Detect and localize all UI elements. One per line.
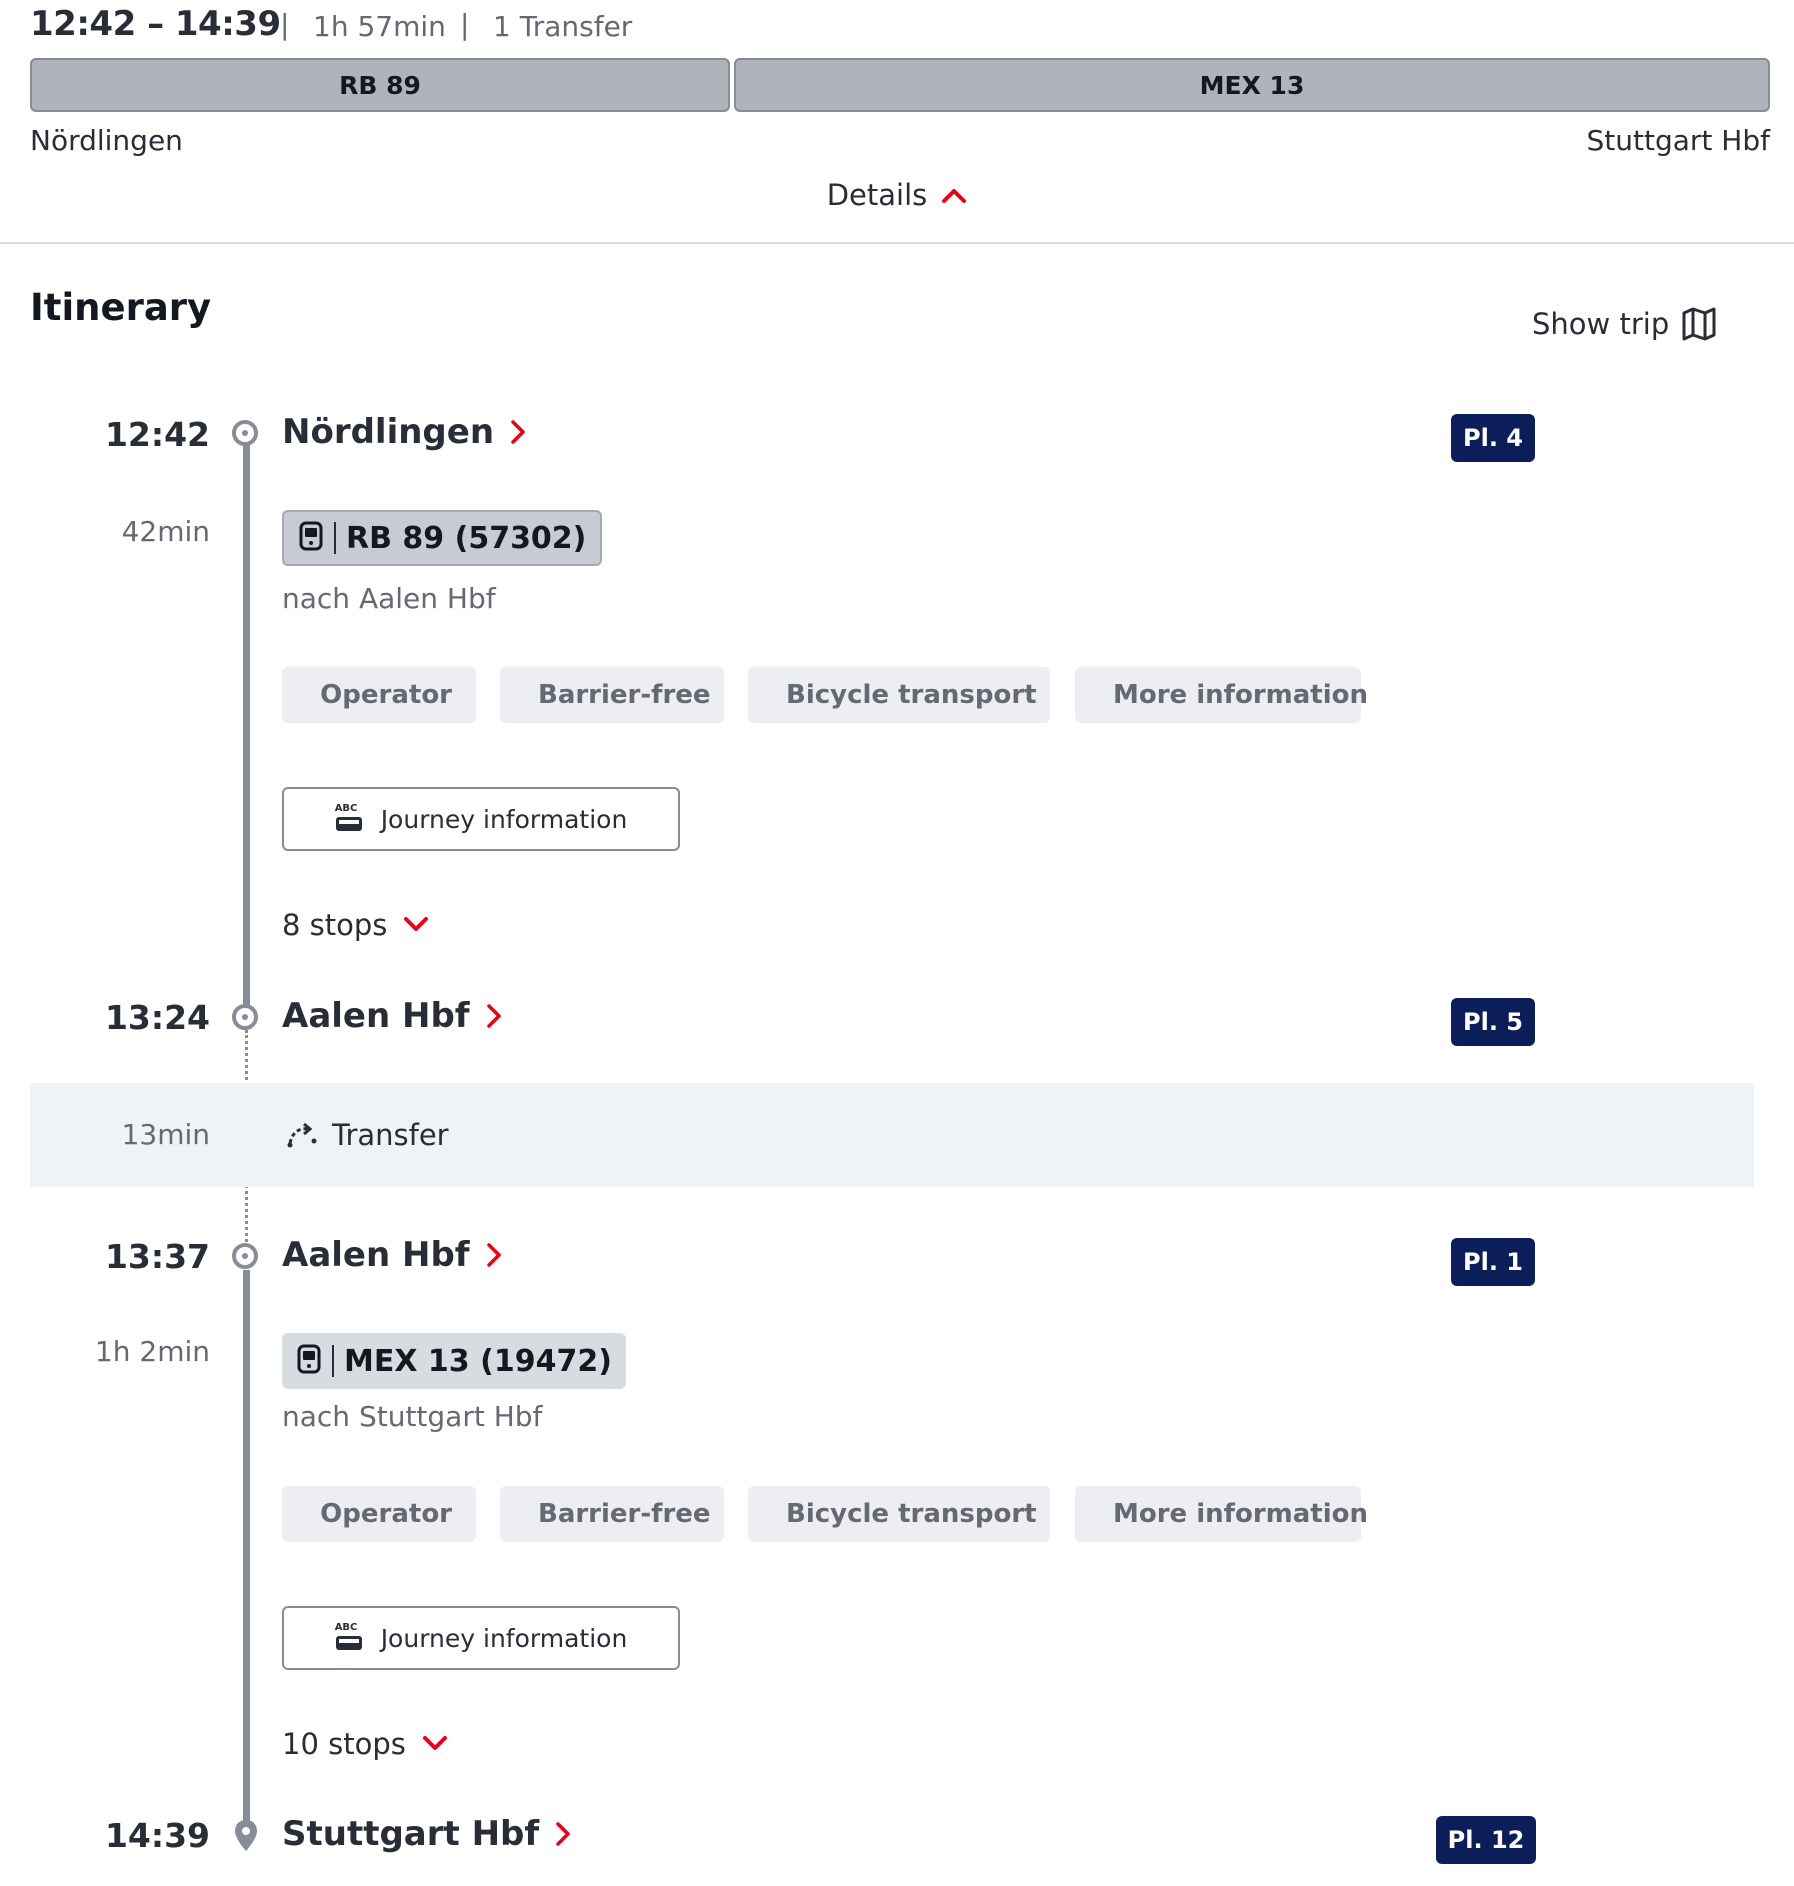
journey-information-button[interactable]: ABC Journey information [282,1606,680,1670]
journey-information-label: Journey information [380,1623,628,1653]
platform-badge: Pl. 12 [1436,1816,1536,1864]
station-name: Aalen Hbf [282,1235,470,1275]
station-stuttgart[interactable]: Stuttgart Hbf [282,1814,571,1854]
platform-badge: Pl. 1 [1451,1238,1535,1286]
chevron-down-icon [422,1736,447,1750]
barrier-free-chip[interactable]: Barrier-free [500,667,724,723]
details-toggle[interactable]: Details [0,178,1794,212]
train-badge[interactable]: RB 89 (57302) [282,510,603,566]
journey-information-button[interactable]: ABC Journey information [282,787,680,851]
station-name: Nördlingen [282,412,495,452]
train-badge[interactable]: MEX 13 (19472) [282,1333,626,1389]
leg-duration: 42min [121,515,210,548]
trip-time-range: 12:42 – 14:39 [30,4,281,44]
origin-label: Nördlingen [30,124,183,157]
details-label: Details [826,178,928,212]
journey-info-icon: ABC [335,803,365,835]
stop-node [232,420,258,446]
station-noerdlingen[interactable]: Nördlingen [282,412,526,452]
train-label: RB 89 (57302) [346,520,587,556]
chevron-up-icon [942,189,967,203]
departure-time: 13:37 [104,1237,210,1276]
segment-bar-mex13: MEX 13 [734,58,1770,112]
barrier-free-label: Barrier-free [538,680,711,710]
operator-label: Operator [320,680,452,710]
journey-information-label: Journey information [380,804,628,834]
divider [332,1345,334,1377]
show-trip-label: Show trip [1532,307,1670,341]
operator-chip[interactable]: Operator [282,1486,476,1542]
transfer-icon [287,1122,317,1148]
map-icon [1682,307,1716,341]
more-information-label: More information [1113,680,1369,710]
chevron-down-icon [404,917,429,931]
station-aalen-arrival[interactable]: Aalen Hbf [282,996,502,1036]
arrival-time: 13:24 [104,998,210,1037]
divider [0,242,1794,244]
chevron-right-icon [486,1004,501,1028]
barrier-free-chip[interactable]: Barrier-free [500,1486,724,1542]
barrier-free-label: Barrier-free [538,1499,711,1529]
stops-label: 10 stops [282,1727,406,1761]
chevron-right-icon [511,420,525,444]
stops-label: 8 stops [282,908,388,942]
train-label: MEX 13 (19472) [344,1343,612,1379]
trip-transfers: 1 Transfer [493,10,633,43]
train-icon [299,521,323,551]
departure-time: 12:42 [104,415,210,454]
station-name: Aalen Hbf [282,996,470,1036]
timeline-line [243,1270,250,1830]
itinerary-heading: Itinerary [30,286,212,329]
train-icon [297,1344,321,1374]
show-trip-button[interactable]: Show trip [1532,306,1717,342]
more-information-label: More information [1113,1499,1369,1529]
timeline-line [243,434,250,1006]
operator-label: Operator [320,1499,452,1529]
stops-toggle[interactable]: 10 stops [282,1727,448,1761]
platform-badge: Pl. 4 [1451,414,1535,462]
trip-duration: 1h 57min [313,10,446,43]
station-aalen-departure[interactable]: Aalen Hbf [282,1235,502,1275]
destination-label: Stuttgart Hbf [1586,124,1770,157]
direction-label: nach Aalen Hbf [282,582,496,615]
transfer-duration: 13min [121,1118,210,1151]
more-information-chip[interactable]: More information [1075,1486,1368,1542]
more-information-chip[interactable]: More information [1075,667,1368,723]
bicycle-chip[interactable]: Bicycle transport [748,1486,1050,1542]
transfer-row: Transfer [286,1118,449,1152]
platform-badge: Pl. 5 [1451,998,1535,1046]
station-name: Stuttgart Hbf [282,1814,540,1854]
separator: | [460,8,470,41]
location-pin-icon [235,1820,257,1851]
direction-label: nach Stuttgart Hbf [282,1400,543,1433]
stops-toggle[interactable]: 8 stops [282,908,429,942]
arrival-time: 14:39 [104,1816,210,1855]
divider [334,522,336,554]
stop-node [232,1243,258,1269]
segment-bar-rb89: RB 89 [30,58,730,112]
bicycle-label: Bicycle transport [786,1499,1037,1529]
chevron-right-icon [486,1243,501,1267]
stop-node [232,1004,258,1030]
transfer-label: Transfer [332,1118,449,1152]
bicycle-chip[interactable]: Bicycle transport [748,667,1050,723]
leg-duration: 1h 2min [94,1335,210,1368]
journey-info-icon: ABC [335,1622,365,1654]
bicycle-label: Bicycle transport [786,680,1037,710]
operator-chip[interactable]: Operator [282,667,476,723]
chevron-right-icon [556,1822,570,1846]
separator: | [280,8,290,41]
